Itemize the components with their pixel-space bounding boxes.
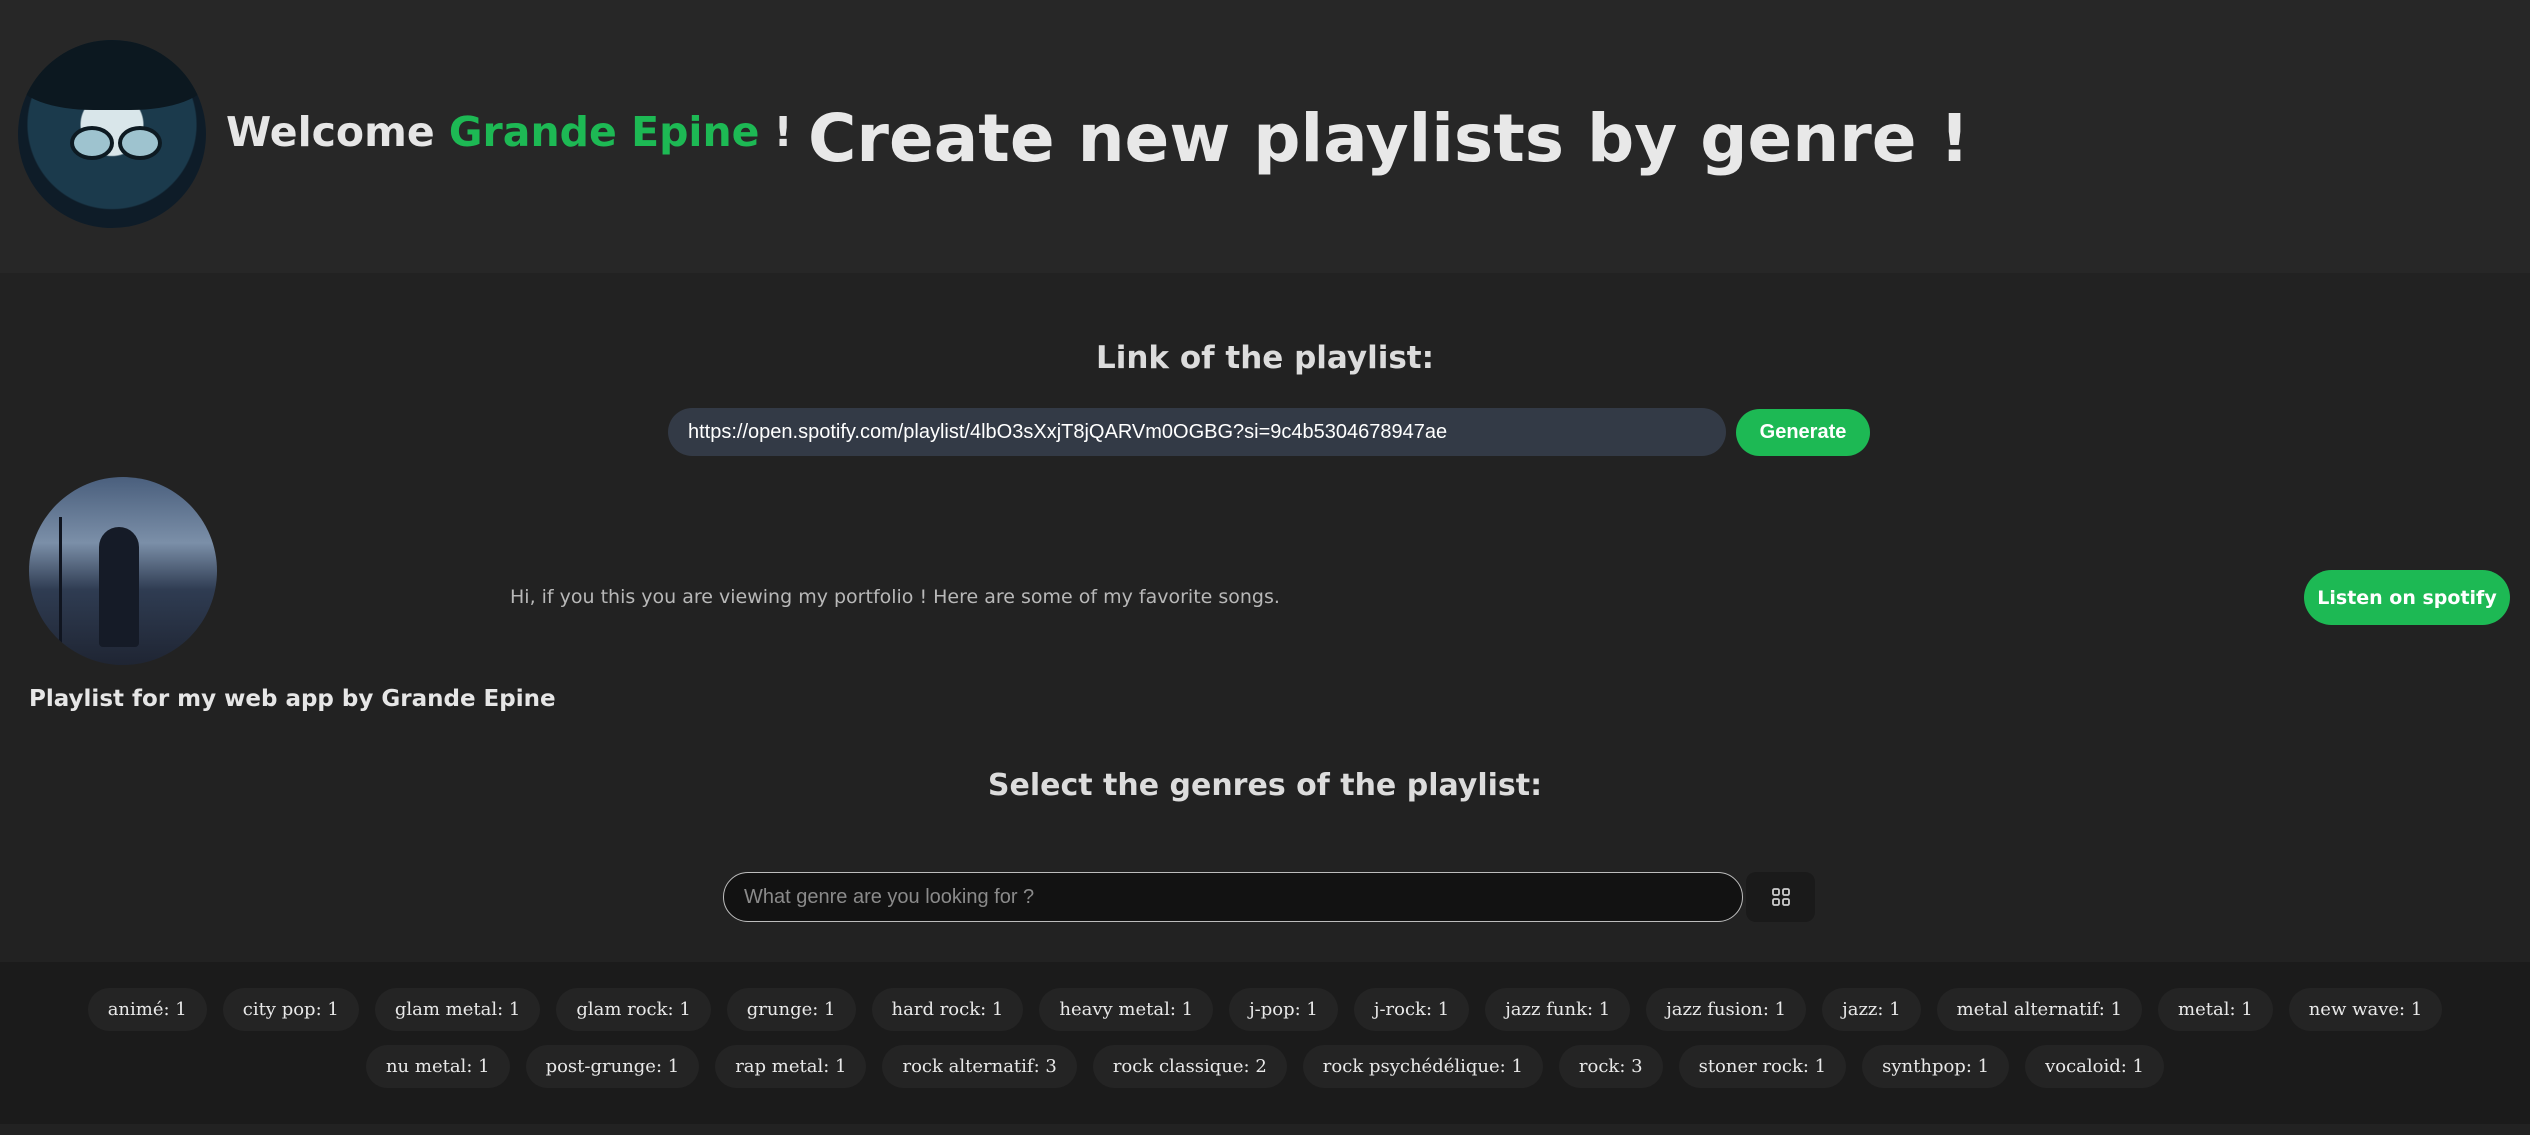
avatar-eye-right (118, 126, 162, 160)
genre-chip[interactable]: rock: 3 (1558, 1045, 1663, 1088)
welcome-suffix: ! (773, 108, 793, 156)
genre-chip[interactable]: j-pop: 1 (1229, 988, 1338, 1031)
genre-search-input[interactable] (723, 872, 1743, 922)
cover-pole (59, 517, 62, 665)
genre-chip[interactable]: hard rock: 1 (871, 988, 1024, 1031)
genre-chip[interactable]: rap metal: 1 (715, 1045, 867, 1088)
user-name: Grande Epine (448, 108, 760, 156)
grid-view-button[interactable] (1746, 872, 1815, 922)
genre-chip[interactable]: new wave: 1 (2288, 988, 2443, 1031)
genre-chip[interactable]: rock psychédélique: 1 (1302, 1045, 1543, 1088)
playlist-description: Hi, if you this you are viewing my portf… (510, 586, 1280, 608)
genre-chip[interactable]: stoner rock: 1 (1678, 1045, 1847, 1088)
genre-chip[interactable]: grunge: 1 (726, 988, 856, 1031)
generate-button[interactable]: Generate (1736, 409, 1870, 456)
genre-chip[interactable]: post-grunge: 1 (525, 1045, 700, 1088)
genre-chip[interactable]: rock classique: 2 (1092, 1045, 1287, 1088)
listen-on-spotify-button[interactable]: Listen on spotify (2304, 570, 2510, 625)
user-avatar[interactable] (18, 40, 206, 228)
genre-chip[interactable]: nu metal: 1 (365, 1045, 510, 1088)
page-title: Create new playlists by genre ! (808, 100, 1970, 177)
genre-chip[interactable]: rock alternatif: 3 (882, 1045, 1077, 1088)
genre-chip[interactable]: glam rock: 1 (556, 988, 711, 1031)
page-header: Welcome Grande Epine ! Create new playli… (0, 0, 2530, 273)
genre-chip[interactable]: heavy metal: 1 (1039, 988, 1214, 1031)
genre-chip[interactable]: metal: 1 (2158, 988, 2273, 1031)
playlist-link-label: Link of the playlist: (1095, 340, 1435, 376)
playlist-title: Playlist for my web app by Grande Epine (29, 686, 556, 712)
avatar-hair (18, 40, 206, 110)
playlist-link-input[interactable] (668, 408, 1726, 456)
genre-chip[interactable]: jazz funk: 1 (1485, 988, 1631, 1031)
genre-chip-list: animé: 1 city pop: 1 glam metal: 1 glam roc… (60, 988, 2470, 1088)
playlist-cover-image (29, 477, 217, 665)
welcome-message: Welcome Grande Epine ! (226, 108, 792, 156)
genre-chip[interactable]: metal alternatif: 1 (1936, 988, 2143, 1031)
genre-chip[interactable]: glam metal: 1 (374, 988, 541, 1031)
genre-chip[interactable]: jazz fusion: 1 (1646, 988, 1807, 1031)
genre-chip[interactable]: synthpop: 1 (1862, 1045, 2010, 1088)
cover-figure (99, 527, 139, 647)
genre-chip[interactable]: j-rock: 1 (1353, 988, 1470, 1031)
genres-label: Select the genres of the playlist: (987, 768, 1543, 803)
genre-chip[interactable]: jazz: 1 (1822, 988, 1921, 1031)
genre-chip[interactable]: vocaloid: 1 (2025, 1045, 2165, 1088)
avatar-eye-left (70, 126, 114, 160)
genre-chips-bar: animé: 1 city pop: 1 glam metal: 1 glam roc… (0, 962, 2530, 1124)
grid-icon (1771, 888, 1790, 906)
welcome-prefix: Welcome (226, 108, 435, 156)
genre-chip[interactable]: animé: 1 (87, 988, 207, 1031)
genre-chip[interactable]: city pop: 1 (222, 988, 359, 1031)
